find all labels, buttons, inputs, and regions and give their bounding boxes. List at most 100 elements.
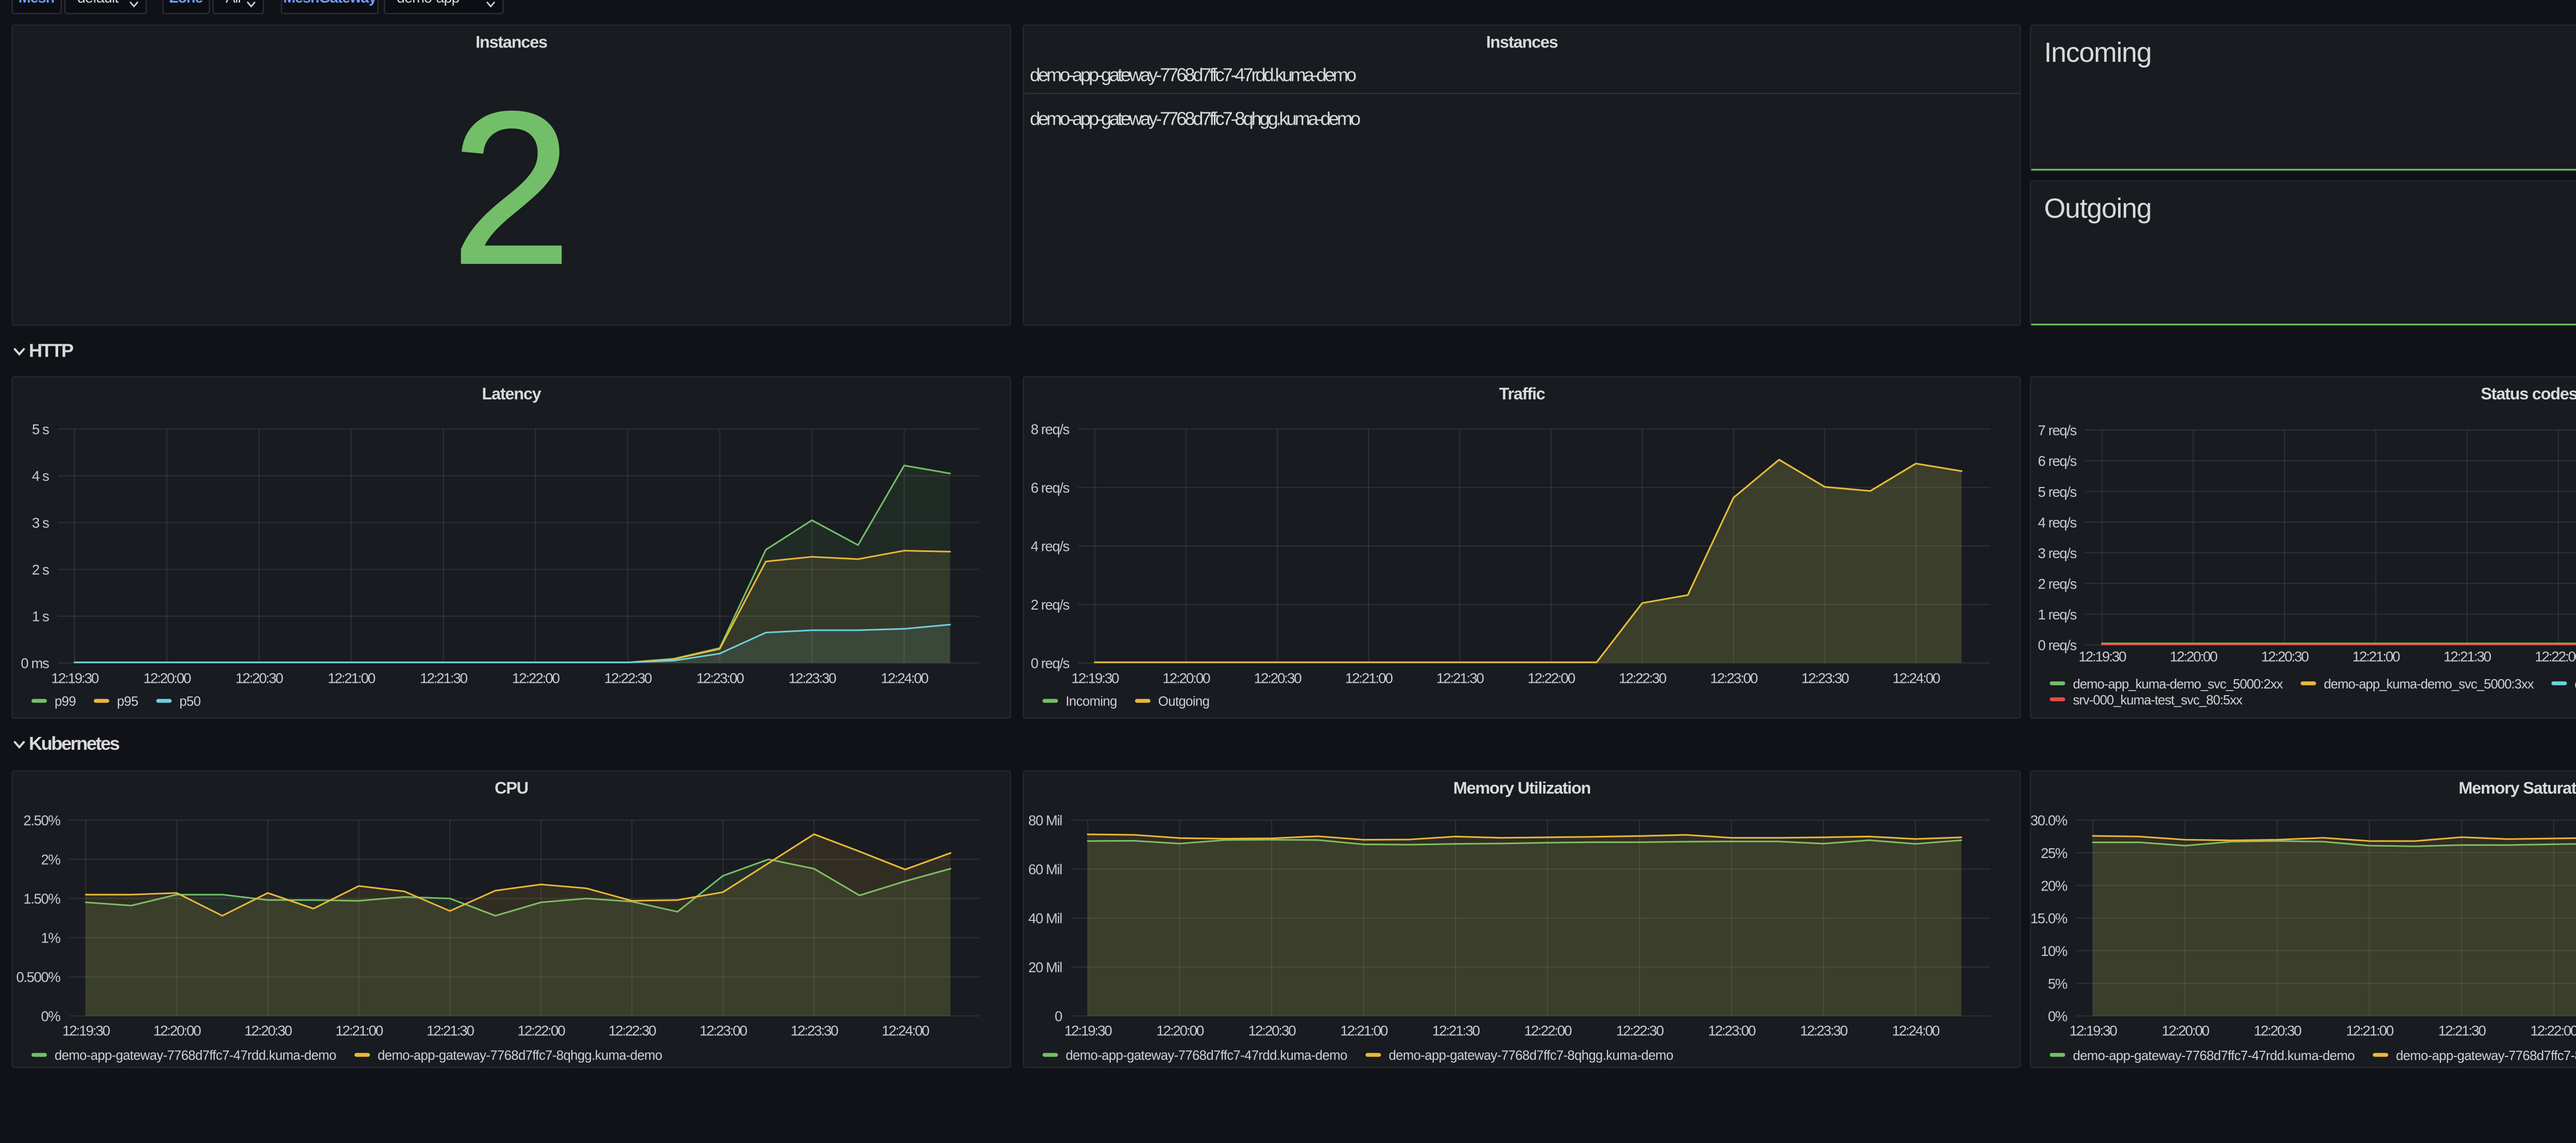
svg-text:demo-app_kuma-demo_svc_5000:3x: demo-app_kuma-demo_svc_5000:3xx <box>2324 678 2534 692</box>
svg-text:12:22:30: 12:22:30 <box>608 1023 656 1039</box>
svg-text:12:22:30: 12:22:30 <box>1616 1023 1664 1039</box>
svg-text:2.50%: 2.50% <box>24 813 61 829</box>
svg-text:2 s: 2 s <box>32 562 49 578</box>
svg-text:5%: 5% <box>2048 976 2067 992</box>
svg-text:12:19:30: 12:19:30 <box>2070 1023 2117 1039</box>
svg-text:12:22:00: 12:22:00 <box>1524 1023 1572 1039</box>
svg-text:demo-app-gateway-7768d7ffc7-47: demo-app-gateway-7768d7ffc7-47rdd.kuma-d… <box>2073 1049 2355 1064</box>
svg-text:12:21:30: 12:21:30 <box>2444 649 2492 665</box>
svg-text:12:21:00: 12:21:00 <box>2352 649 2400 665</box>
svg-text:12:23:00: 12:23:00 <box>1710 670 1758 686</box>
svg-text:12:21:00: 12:21:00 <box>1340 1023 1388 1039</box>
svg-text:20%: 20% <box>2041 878 2067 894</box>
svg-text:80 Mil: 80 Mil <box>1028 813 1062 829</box>
svg-text:12:20:30: 12:20:30 <box>1248 1023 1296 1039</box>
svg-text:12:19:30: 12:19:30 <box>52 670 99 686</box>
svg-text:3 req/s: 3 req/s <box>2038 546 2077 562</box>
svg-text:demo-app-gateway-7768d7ffc7-8q: demo-app-gateway-7768d7ffc7-8qhgg.kuma-d… <box>1388 1049 1673 1064</box>
svg-text:2%: 2% <box>41 852 61 868</box>
svg-text:12:21:30: 12:21:30 <box>1432 1023 1480 1039</box>
svg-text:Outgoing: Outgoing <box>1158 695 1209 710</box>
svg-text:4 s: 4 s <box>32 468 49 484</box>
svg-text:12:23:30: 12:23:30 <box>791 1023 839 1039</box>
svg-text:12:22:30: 12:22:30 <box>604 670 652 686</box>
svg-text:Incoming: Incoming <box>1065 695 1116 710</box>
svg-text:12:21:00: 12:21:00 <box>1345 670 1393 686</box>
svg-text:12:20:30: 12:20:30 <box>2261 649 2309 665</box>
svg-text:12:21:00: 12:21:00 <box>328 670 376 686</box>
svg-text:12:21:00: 12:21:00 <box>335 1023 383 1039</box>
svg-text:7 req/s: 7 req/s <box>2038 423 2077 439</box>
svg-text:12:23:30: 12:23:30 <box>789 670 837 686</box>
svg-text:6 req/s: 6 req/s <box>1031 480 1070 496</box>
svg-text:12:19:30: 12:19:30 <box>1064 1023 1112 1039</box>
svg-text:12:22:30: 12:22:30 <box>1619 670 1667 686</box>
svg-text:0 ms: 0 ms <box>21 655 49 671</box>
svg-text:2 req/s: 2 req/s <box>2038 576 2077 592</box>
svg-text:30.0%: 30.0% <box>2031 813 2067 829</box>
svg-text:demo-app-gateway-7768d7ffc7-47: demo-app-gateway-7768d7ffc7-47rdd.kuma-d… <box>55 1049 336 1064</box>
svg-text:12:20:30: 12:20:30 <box>1254 670 1302 686</box>
svg-text:demo-app-gateway-7768d7ffc7-8q: demo-app-gateway-7768d7ffc7-8qhgg.kuma-d… <box>378 1049 662 1064</box>
svg-text:5 s: 5 s <box>32 422 49 438</box>
svg-text:6 req/s: 6 req/s <box>2038 453 2077 469</box>
svg-text:12:20:00: 12:20:00 <box>2170 649 2218 665</box>
svg-text:12:20:30: 12:20:30 <box>245 1023 293 1039</box>
svg-text:1%: 1% <box>41 930 61 946</box>
svg-text:40 Mil: 40 Mil <box>1028 911 1062 927</box>
svg-text:12:21:30: 12:21:30 <box>427 1023 474 1039</box>
svg-text:12:20:00: 12:20:00 <box>2162 1023 2210 1039</box>
svg-text:12:24:00: 12:24:00 <box>1892 670 1940 686</box>
svg-text:0%: 0% <box>41 1008 61 1024</box>
svg-text:4 req/s: 4 req/s <box>2038 515 2077 531</box>
svg-text:1.50%: 1.50% <box>24 891 61 907</box>
svg-text:12:20:00: 12:20:00 <box>1156 1023 1204 1039</box>
svg-text:12:22:00: 12:22:00 <box>1528 670 1575 686</box>
svg-text:15.0%: 15.0% <box>2031 911 2067 927</box>
svg-text:12:22:00: 12:22:00 <box>518 1023 566 1039</box>
svg-text:12:20:00: 12:20:00 <box>154 1023 201 1039</box>
svg-text:12:22:00: 12:22:00 <box>2535 649 2576 665</box>
svg-text:1 req/s: 1 req/s <box>2038 607 2077 623</box>
svg-text:12:23:30: 12:23:30 <box>1800 1023 1848 1039</box>
svg-text:12:21:30: 12:21:30 <box>1436 670 1484 686</box>
svg-text:12:22:00: 12:22:00 <box>2530 1023 2576 1039</box>
svg-text:12:23:00: 12:23:00 <box>697 670 744 686</box>
svg-text:1 s: 1 s <box>32 609 49 625</box>
svg-text:12:20:00: 12:20:00 <box>1163 670 1211 686</box>
svg-text:12:20:00: 12:20:00 <box>144 670 192 686</box>
svg-text:12:24:00: 12:24:00 <box>882 1023 930 1039</box>
svg-text:12:23:00: 12:23:00 <box>1708 1023 1756 1039</box>
svg-text:12:22:00: 12:22:00 <box>512 670 560 686</box>
svg-text:12:19:30: 12:19:30 <box>1072 670 1120 686</box>
svg-text:2 req/s: 2 req/s <box>1031 597 1070 613</box>
svg-text:4 req/s: 4 req/s <box>1031 539 1070 554</box>
svg-text:12:24:00: 12:24:00 <box>1892 1023 1940 1039</box>
svg-text:0 req/s: 0 req/s <box>2038 637 2077 653</box>
svg-text:60 Mil: 60 Mil <box>1028 862 1062 878</box>
svg-text:12:19:30: 12:19:30 <box>62 1023 110 1039</box>
svg-text:3 s: 3 s <box>32 515 49 531</box>
svg-text:0%: 0% <box>2048 1008 2067 1024</box>
svg-text:12:19:30: 12:19:30 <box>2079 649 2127 665</box>
svg-text:20 Mil: 20 Mil <box>1028 960 1062 976</box>
svg-text:p95: p95 <box>117 695 138 710</box>
svg-text:0.500%: 0.500% <box>16 969 61 985</box>
svg-text:12:21:30: 12:21:30 <box>420 670 468 686</box>
svg-text:25%: 25% <box>2041 846 2067 862</box>
svg-text:0: 0 <box>1055 1008 1062 1024</box>
svg-text:12:20:30: 12:20:30 <box>235 670 283 686</box>
svg-text:p50: p50 <box>180 695 201 710</box>
svg-text:12:21:00: 12:21:00 <box>2346 1023 2394 1039</box>
svg-text:demo-app-gateway-7768d7ffc7-8q: demo-app-gateway-7768d7ffc7-8qhgg.kuma-d… <box>2396 1049 2576 1064</box>
svg-text:8 req/s: 8 req/s <box>1031 422 1070 438</box>
svg-text:12:23:00: 12:23:00 <box>700 1023 748 1039</box>
svg-text:10%: 10% <box>2041 944 2067 960</box>
svg-text:srv-000_kuma-test_svc_80:5xx: srv-000_kuma-test_svc_80:5xx <box>2073 694 2243 708</box>
svg-text:12:24:00: 12:24:00 <box>881 670 929 686</box>
svg-text:0 req/s: 0 req/s <box>1031 655 1070 671</box>
svg-text:5 req/s: 5 req/s <box>2038 484 2077 500</box>
svg-text:12:23:30: 12:23:30 <box>1801 670 1849 686</box>
svg-text:demo-app_kuma-demo_svc_5000:2x: demo-app_kuma-demo_svc_5000:2xx <box>2073 678 2283 692</box>
svg-text:p99: p99 <box>55 695 76 710</box>
